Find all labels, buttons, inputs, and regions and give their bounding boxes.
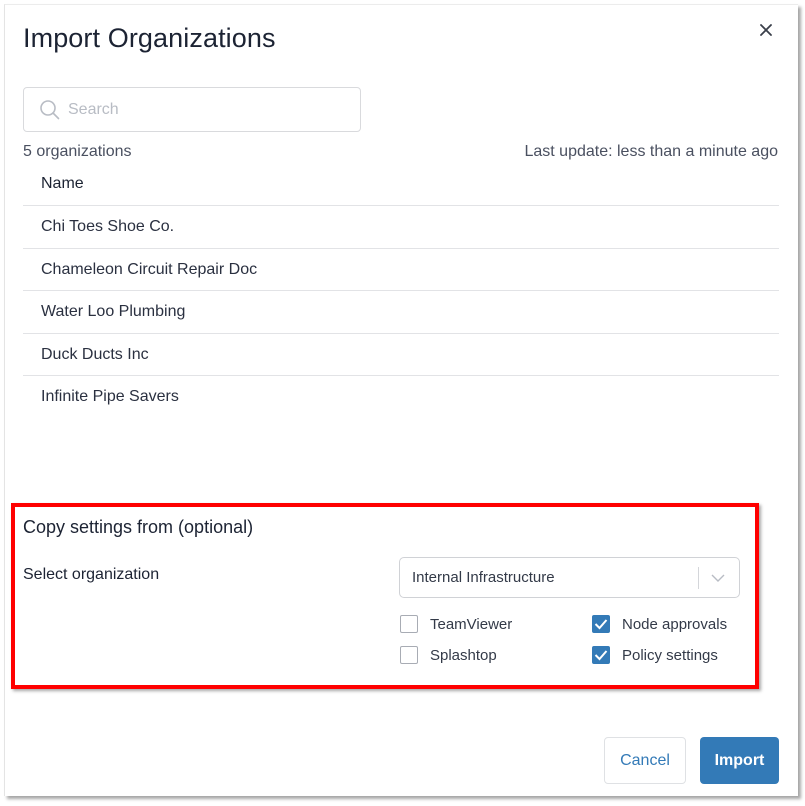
cancel-button[interactable]: Cancel xyxy=(604,737,686,784)
checkbox-box[interactable] xyxy=(592,615,610,633)
checkbox-box[interactable] xyxy=(400,646,418,664)
table-row[interactable]: Chameleon Circuit Repair Doc xyxy=(23,249,779,292)
select-organization-label: Select organization xyxy=(23,566,160,583)
organization-select[interactable]: Internal Infrastructure xyxy=(399,557,740,598)
close-icon xyxy=(760,24,772,36)
checkbox-splashtop[interactable]: Splashtop xyxy=(400,646,497,664)
search-input[interactable] xyxy=(68,98,348,122)
selected-organization: Internal Infrastructure xyxy=(412,569,555,586)
table-row[interactable]: Chi Toes Shoe Co. xyxy=(23,206,779,249)
checkbox-label: Policy settings xyxy=(622,646,718,664)
search-box[interactable] xyxy=(23,87,361,132)
dialog-title: Import Organizations xyxy=(23,23,276,53)
checkbox-label: Node approvals xyxy=(622,615,728,633)
table-row[interactable]: Water Loo Plumbing xyxy=(23,291,779,334)
organizations-table: Name Chi Toes Shoe Co. Chameleon Circuit… xyxy=(23,165,779,419)
dropdown-separator xyxy=(698,567,699,589)
import-organizations-dialog: Import Organizations 5 organizations Las… xyxy=(4,4,798,796)
organization-count: 5 organizations xyxy=(23,143,132,160)
checkbox-box[interactable] xyxy=(400,615,418,633)
checkbox-label: TeamViewer xyxy=(430,615,513,633)
import-button[interactable]: Import xyxy=(700,737,779,784)
search-icon xyxy=(40,100,60,120)
checkmark-icon xyxy=(594,650,608,661)
table-row[interactable]: Duck Ducts Inc xyxy=(23,334,779,377)
checkbox-teamviewer[interactable]: TeamViewer xyxy=(400,615,512,633)
column-header-name[interactable]: Name xyxy=(23,165,779,206)
close-button[interactable] xyxy=(757,21,777,41)
checkmark-icon xyxy=(594,619,608,630)
table-row[interactable]: Infinite Pipe Savers xyxy=(23,376,779,419)
last-update-text: Last update: less than a minute ago xyxy=(524,143,778,160)
chevron-down-icon xyxy=(711,574,725,582)
checkbox-node-approvals[interactable]: Node approvals xyxy=(592,615,727,633)
checkbox-policy-settings[interactable]: Policy settings xyxy=(592,646,718,664)
copy-settings-title: Copy settings from (optional) xyxy=(23,517,254,537)
checkbox-box[interactable] xyxy=(592,646,610,664)
checkbox-label: Splashtop xyxy=(430,646,497,664)
